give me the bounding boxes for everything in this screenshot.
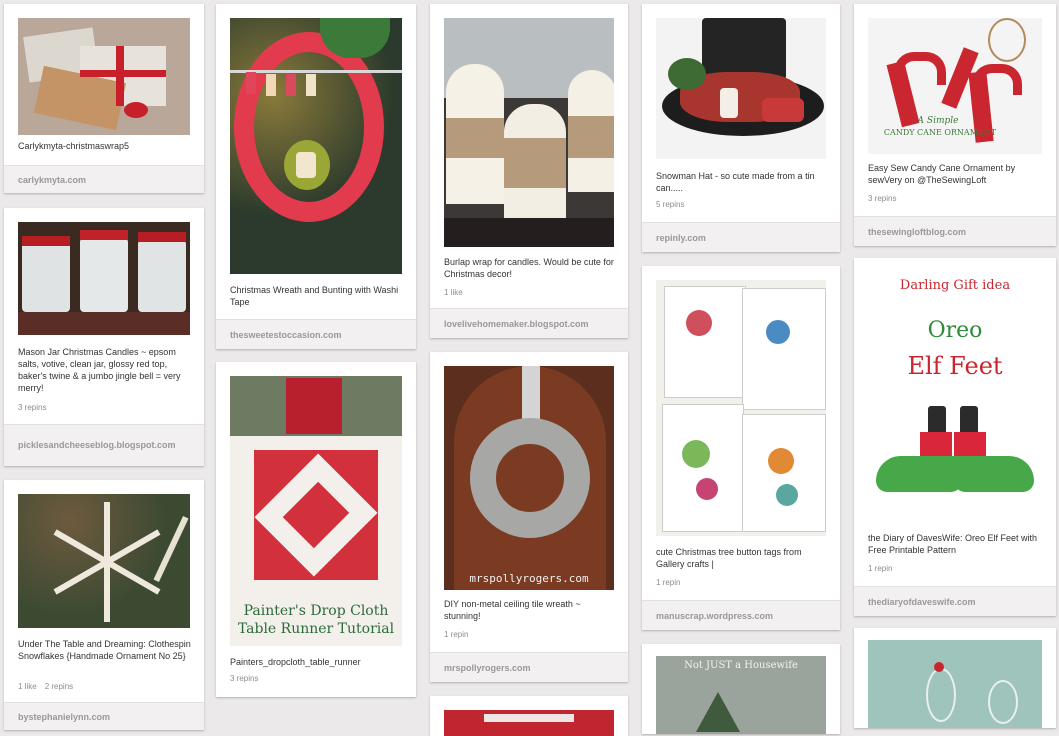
pin-card[interactable]: Mason Jar Christmas Candles ~ epsom salt… — [4, 208, 204, 466]
pin-description: Easy Sew Candy Cane Ornament by sewVery … — [868, 163, 1016, 185]
pin-image[interactable] — [230, 18, 402, 274]
pin-source[interactable]: thesweetestoccasion.com — [216, 319, 416, 349]
pin-image[interactable] — [656, 18, 826, 159]
pin-source[interactable]: thediaryofdaveswife.com — [854, 586, 1056, 616]
pin-source[interactable]: lovelivehomemaker.blogspot.com — [430, 308, 628, 338]
pin-image[interactable]: Painter's Drop Cloth Table Runner Tutori… — [230, 376, 402, 646]
pin-stats: 1 repin — [656, 578, 688, 587]
pin-image[interactable] — [868, 640, 1042, 728]
pin-stats: 3 repins — [18, 403, 54, 412]
pin-card[interactable]: cute Christmas tree button tags from Gal… — [642, 266, 840, 630]
pin-stats: 1 like — [444, 288, 471, 297]
image-caption: A Simple — [917, 116, 959, 126]
pin-card[interactable]: Christmas Wreath and Bunting with Washi … — [216, 4, 416, 349]
pin-stats: 1 repin — [444, 630, 476, 639]
pin-image[interactable]: Not JUST a Housewife — [656, 656, 826, 734]
pin-source[interactable]: carlykmyta.com — [4, 165, 204, 193]
pin-card[interactable]: Carlykmyta-christmaswrap5 carlykmyta.com — [4, 4, 204, 193]
image-watermark: mrspollyrogers.com — [469, 572, 589, 585]
pin-description: Mason Jar Christmas Candles ~ epsom salt… — [18, 347, 181, 393]
pin-card[interactable]: Painter's Drop Cloth Table Runner Tutori… — [216, 362, 416, 697]
pin-description: Christmas Wreath and Bunting with Washi … — [230, 285, 399, 307]
image-caption: Darling Gift idea — [899, 278, 1011, 293]
pin-image[interactable]: A Simple CANDY CANE ORNAMENT — [868, 18, 1042, 154]
pin-image[interactable] — [18, 18, 190, 135]
pin-description: Under The Table and Dreaming: Clothespin… — [18, 639, 191, 661]
pin-image[interactable]: Darling Gift idea Oreo Elf Feet — [868, 272, 1042, 522]
pin-image[interactable] — [656, 280, 826, 536]
repin-count: 5 repins — [656, 200, 685, 209]
pin-stats: 3 repins — [230, 674, 266, 683]
pin-card[interactable]: Darling Gift idea Oreo Elf Feet the Diar… — [854, 258, 1056, 616]
pin-description: Snowman Hat - so cute made from a tin ca… — [656, 171, 815, 193]
pin-card[interactable]: Not JUST a Housewife — [642, 644, 840, 734]
pin-stats: 1 like 2 repins — [18, 682, 81, 691]
pin-description: cute Christmas tree button tags from Gal… — [656, 547, 802, 569]
pin-stats: 5 repins — [656, 200, 692, 209]
pin-card[interactable]: Burlap wrap for candles. Would be cute f… — [430, 4, 628, 338]
pin-card[interactable]: Snowman Hat - so cute made from a tin ca… — [642, 4, 840, 252]
repin-count: 2 repins — [44, 682, 74, 691]
pin-card[interactable]: mrspollyrogers.com DIY non-metal ceiling… — [430, 352, 628, 682]
pin-card[interactable] — [430, 696, 628, 736]
image-caption: Painter's Drop Cloth Table Runner Tutori… — [237, 603, 395, 637]
repin-count: 3 repins — [230, 674, 259, 683]
pin-description: Painters_dropcloth_table_runner — [230, 657, 361, 667]
pin-stats: 3 repins — [868, 194, 904, 203]
repin-count: 1 repin — [656, 578, 681, 587]
pin-card[interactable]: A Simple CANDY CANE ORNAMENT Easy Sew Ca… — [854, 4, 1056, 246]
pin-card[interactable] — [854, 628, 1056, 728]
pin-image[interactable] — [444, 710, 614, 736]
like-count: 1 like — [18, 682, 37, 691]
pin-description: DIY non-metal ceiling tile wreath ~ stun… — [444, 599, 581, 621]
pin-image[interactable] — [18, 494, 190, 628]
pin-description: Burlap wrap for candles. Would be cute f… — [444, 257, 614, 279]
image-caption: CANDY CANE ORNAMENT — [883, 128, 997, 137]
pin-stats: 1 repin — [868, 564, 900, 573]
pin-description: Carlykmyta-christmaswrap5 — [18, 141, 130, 151]
pin-source[interactable]: mrspollyrogers.com — [430, 652, 628, 682]
pin-source[interactable]: manuscrap.wordpress.com — [642, 600, 840, 630]
like-count: 1 like — [444, 288, 463, 297]
pin-source[interactable]: bystephanielynn.com — [4, 702, 204, 730]
repin-count: 1 repin — [868, 564, 893, 573]
repin-count: 3 repins — [868, 194, 897, 203]
pin-image[interactable]: mrspollyrogers.com — [444, 366, 614, 590]
pin-description: the Diary of DavesWife: Oreo Elf Feet wi… — [868, 533, 1038, 555]
pin-source[interactable]: picklesandcheeseblog.blogspot.com — [4, 424, 204, 466]
repin-count: 1 repin — [444, 630, 469, 639]
image-caption: Oreo — [927, 318, 983, 343]
image-caption: Not JUST a Housewife — [684, 660, 798, 671]
repin-count: 3 repins — [18, 403, 47, 412]
pin-card[interactable]: Under The Table and Dreaming: Clothespin… — [4, 480, 204, 730]
pin-source[interactable]: thesewingloftblog.com — [854, 216, 1056, 246]
image-caption: Elf Feet — [907, 352, 1003, 380]
pin-image[interactable] — [444, 18, 614, 247]
pin-source[interactable]: repinly.com — [642, 222, 840, 252]
pin-image[interactable] — [18, 222, 190, 335]
